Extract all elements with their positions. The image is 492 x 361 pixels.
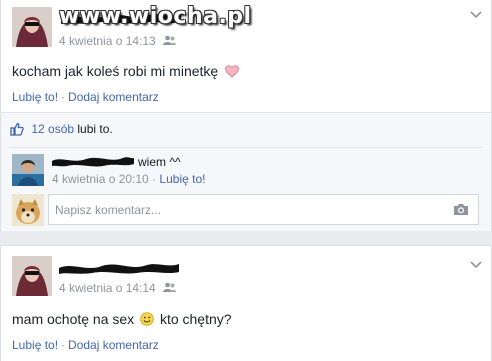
post-text: kocham jak koleś robi mi minetkę bbox=[12, 63, 240, 79]
post-actions: Lubię to! · Dodaj komentarz bbox=[12, 90, 159, 104]
divider bbox=[10, 147, 482, 148]
post-text-main: mam ochotę na sex bbox=[12, 311, 135, 327]
timestamp-text[interactable]: 4 kwietnia o 14:13 bbox=[59, 34, 156, 48]
comment-input[interactable] bbox=[49, 195, 449, 224]
post-text-main: kocham jak koleś robi mi minetkę bbox=[12, 63, 219, 79]
feedback-section: 12 osób lubi to. wiem ^^ 4 kwietnia o 20… bbox=[1, 112, 491, 231]
action-separator: · bbox=[61, 338, 66, 352]
like-link[interactable]: Lubię to! bbox=[12, 90, 58, 104]
post-timestamp[interactable]: 4 kwietnia o 14:13 bbox=[59, 34, 177, 48]
comment-meta: 4 kwietnia o 20:10 · Lubię to! bbox=[52, 172, 205, 186]
post-timestamp[interactable]: 4 kwietnia o 14:14 bbox=[59, 281, 177, 295]
likes-suffix: lubi to. bbox=[77, 122, 113, 136]
comment-text: wiem ^^ bbox=[138, 155, 181, 169]
current-user-avatar bbox=[12, 194, 44, 226]
comment-composer bbox=[48, 194, 479, 225]
smiley-icon bbox=[140, 312, 154, 326]
commenter-name-redacted bbox=[52, 157, 134, 167]
post-text-tail: kto chętny? bbox=[159, 311, 232, 327]
like-link[interactable]: Lubię to! bbox=[12, 338, 58, 352]
post-card-1: www.wiocha.pl 4 kwietnia o 14:13 kocham … bbox=[0, 0, 492, 231]
comment-separator: · bbox=[152, 172, 157, 186]
heart-icon bbox=[225, 65, 240, 78]
add-comment-link[interactable]: Dodaj komentarz bbox=[68, 338, 159, 352]
site-watermark: www.wiocha.pl bbox=[59, 4, 252, 29]
friends-audience-icon bbox=[163, 35, 177, 45]
camera-icon[interactable] bbox=[453, 203, 469, 216]
likes-summary: 12 osób lubi to. bbox=[10, 122, 113, 138]
comment-like-link[interactable]: Lubię to! bbox=[159, 172, 205, 186]
commenter-avatar[interactable] bbox=[12, 154, 44, 186]
likes-count-link[interactable]: 12 osób bbox=[31, 122, 74, 136]
post-options-chevron-icon[interactable] bbox=[469, 260, 483, 270]
post-card-2: 4 kwietnia o 14:14 mam ochotę na sex kto… bbox=[0, 245, 492, 361]
post-actions: Lubię to! · Dodaj komentarz bbox=[12, 338, 159, 352]
author-avatar[interactable] bbox=[12, 256, 52, 296]
action-separator: · bbox=[61, 90, 66, 104]
add-comment-link[interactable]: Dodaj komentarz bbox=[68, 90, 159, 104]
thumbs-up-icon bbox=[10, 122, 24, 136]
post-options-chevron-icon[interactable] bbox=[469, 10, 483, 20]
author-avatar[interactable] bbox=[12, 7, 52, 47]
friends-audience-icon bbox=[163, 282, 177, 292]
comment-timestamp[interactable]: 4 kwietnia o 20:10 bbox=[52, 172, 149, 186]
post-text: mam ochotę na sex kto chętny? bbox=[12, 311, 232, 327]
timestamp-text[interactable]: 4 kwietnia o 14:14 bbox=[59, 281, 156, 295]
author-name-redacted bbox=[59, 264, 179, 274]
